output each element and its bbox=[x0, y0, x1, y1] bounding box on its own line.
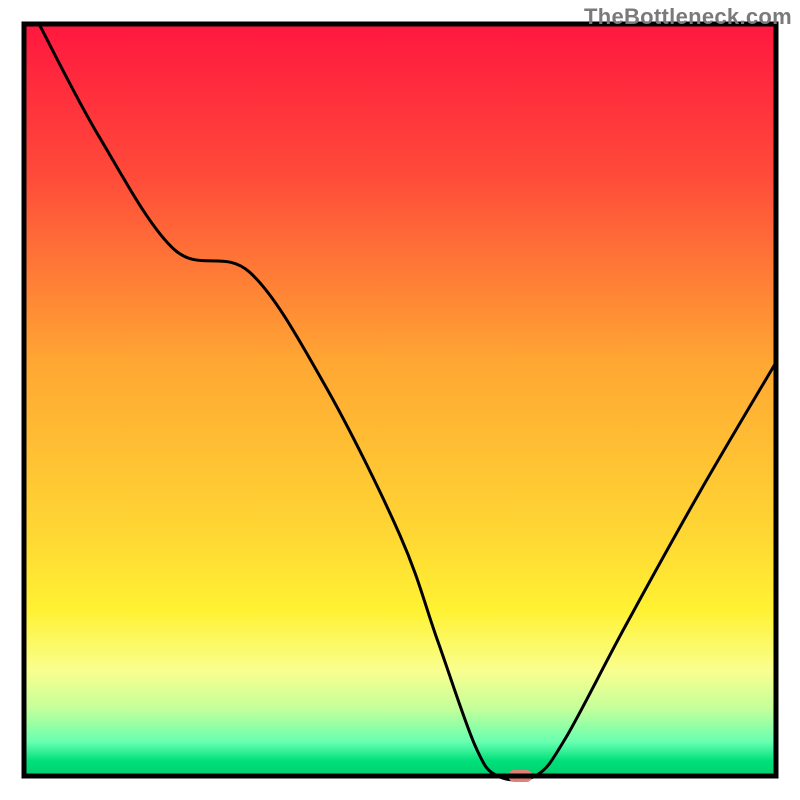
plot-background bbox=[24, 24, 776, 776]
chart-svg bbox=[0, 0, 800, 800]
bottleneck-chart: TheBottleneck.com bbox=[0, 0, 800, 800]
watermark-label: TheBottleneck.com bbox=[584, 4, 792, 30]
